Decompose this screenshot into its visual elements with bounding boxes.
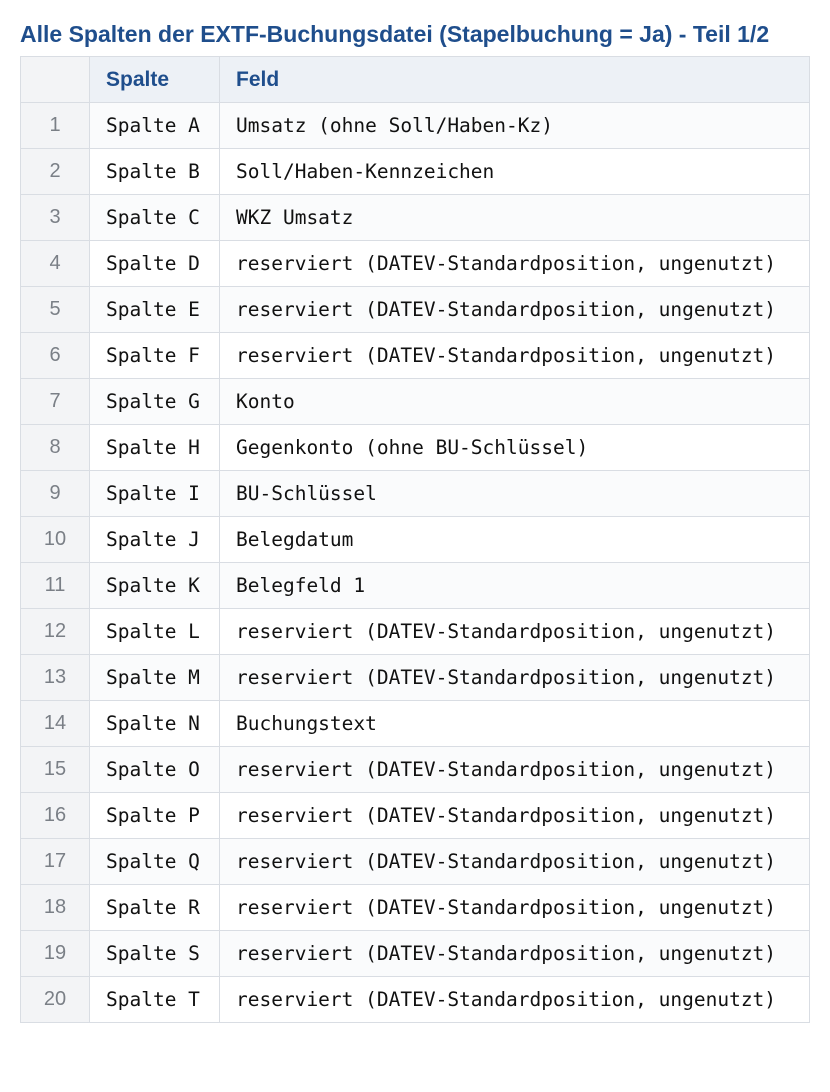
- table-row: 4 Spalte Dreserviert (DATEV-Standardposit…: [20, 240, 810, 287]
- row-index: 2: [20, 148, 90, 195]
- table-row: 7 Spalte G Konto: [20, 378, 810, 425]
- row-index: 14: [20, 700, 90, 747]
- row-feld: Konto: [219, 378, 810, 425]
- row-index: 17: [20, 838, 90, 885]
- row-feld: reserviert (DATEV-Standardposition, unge…: [219, 654, 810, 701]
- row-feld: Belegdatum: [219, 516, 810, 563]
- row-feld: WKZ Umsatz: [219, 194, 810, 241]
- row-spalte: Spalte D: [89, 240, 220, 287]
- row-index: 5: [20, 286, 90, 333]
- row-spalte: Spalte L: [89, 608, 220, 655]
- row-feld: reserviert (DATEV-Standardposition, unge…: [219, 976, 810, 1023]
- row-spalte: Spalte S: [89, 930, 220, 977]
- columns-table: Spalte Feld 1 Spalte A Umsatz (ohne Soll/H…: [20, 56, 810, 1023]
- table-row: 14 Spalte N Buchungstext: [20, 700, 810, 747]
- row-spalte: Spalte E: [89, 286, 220, 333]
- row-feld: reserviert (DATEV-Standardposition, unge…: [219, 884, 810, 931]
- row-spalte: Spalte R: [89, 884, 220, 931]
- table-row: 11 Spalte K Belegfeld 1: [20, 562, 810, 609]
- row-index: 15: [20, 746, 90, 793]
- row-feld: Soll/Haben-Kennzeichen: [219, 148, 810, 195]
- row-feld: reserviert (DATEV-Standardposition, unge…: [219, 792, 810, 839]
- row-feld: reserviert (DATEV-Standardposition, unge…: [219, 332, 810, 379]
- row-spalte: Spalte N: [89, 700, 220, 747]
- row-index: 10: [20, 516, 90, 563]
- row-feld: reserviert (DATEV-Standardposition, unge…: [219, 838, 810, 885]
- row-index: 18: [20, 884, 90, 931]
- row-index: 8: [20, 424, 90, 471]
- table-row: 1 Spalte A Umsatz (ohne Soll/Haben-Kz): [20, 102, 810, 149]
- row-index: 12: [20, 608, 90, 655]
- table-row: 16 Spalte Preserviert (DATEV-Standardposi…: [20, 792, 810, 839]
- row-index: 4: [20, 240, 90, 287]
- table-row: 19 Spalte Sreserviert (DATEV-Standardposi…: [20, 930, 810, 977]
- header-spalte: Spalte: [89, 56, 220, 103]
- row-feld: Buchungstext: [219, 700, 810, 747]
- row-spalte: Spalte P: [89, 792, 220, 839]
- table-row: 18 Spalte Rreserviert (DATEV-Standardposi…: [20, 884, 810, 931]
- row-feld: reserviert (DATEV-Standardposition, unge…: [219, 286, 810, 333]
- row-spalte: Spalte K: [89, 562, 220, 609]
- table-row: 13 Spalte Mreserviert (DATEV-Standardposi…: [20, 654, 810, 701]
- row-index: 6: [20, 332, 90, 379]
- table-row: 12 Spalte Lreserviert (DATEV-Standardposi…: [20, 608, 810, 655]
- row-spalte: Spalte I: [89, 470, 220, 517]
- table-header-row: Spalte Feld: [20, 56, 810, 103]
- row-spalte: Spalte Q: [89, 838, 220, 885]
- table-row: 10 Spalte J Belegdatum: [20, 516, 810, 563]
- table-row: 3 Spalte C WKZ Umsatz: [20, 194, 810, 241]
- row-index: 16: [20, 792, 90, 839]
- table-row: 6 Spalte Freserviert (DATEV-Standardposit…: [20, 332, 810, 379]
- row-spalte: Spalte C: [89, 194, 220, 241]
- row-feld: Gegenkonto (ohne BU-Schlüssel): [219, 424, 810, 471]
- row-feld: Belegfeld 1: [219, 562, 810, 609]
- table-row: 15 Spalte Oreserviert (DATEV-Standardposi…: [20, 746, 810, 793]
- row-index: 7: [20, 378, 90, 425]
- table-row: 20 Spalte Treserviert (DATEV-Standardposi…: [20, 976, 810, 1023]
- row-index: 19: [20, 930, 90, 977]
- row-feld: reserviert (DATEV-Standardposition, unge…: [219, 746, 810, 793]
- row-spalte: Spalte M: [89, 654, 220, 701]
- row-index: 9: [20, 470, 90, 517]
- row-feld: reserviert (DATEV-Standardposition, unge…: [219, 240, 810, 287]
- table-row: 2 Spalte B Soll/Haben-Kennzeichen: [20, 148, 810, 195]
- row-spalte: Spalte J: [89, 516, 220, 563]
- row-spalte: Spalte B: [89, 148, 220, 195]
- table-row: 5 Spalte Ereserviert (DATEV-Standardposit…: [20, 286, 810, 333]
- header-feld: Feld: [219, 56, 810, 103]
- row-spalte: Spalte A: [89, 102, 220, 149]
- header-index: [20, 56, 90, 103]
- table-title: Alle Spalten der EXTF-Buchungsdatei (Sta…: [20, 21, 770, 47]
- row-spalte: Spalte T: [89, 976, 220, 1023]
- row-index: 11: [20, 562, 90, 609]
- row-index: 1: [20, 102, 90, 149]
- table-row: 17 Spalte Qreserviert (DATEV-Standardposi…: [20, 838, 810, 885]
- row-feld: reserviert (DATEV-Standardposition, unge…: [219, 930, 810, 977]
- row-index: 3: [20, 194, 90, 241]
- row-spalte: Spalte H: [89, 424, 220, 471]
- row-spalte: Spalte G: [89, 378, 220, 425]
- row-spalte: Spalte O: [89, 746, 220, 793]
- row-feld: Umsatz (ohne Soll/Haben-Kz): [219, 102, 810, 149]
- row-feld: BU-Schlüssel: [219, 470, 810, 517]
- row-feld: reserviert (DATEV-Standardposition, unge…: [219, 608, 810, 655]
- table-row: 8 Spalte H Gegenkonto (ohne BU-Schlüssel): [20, 424, 810, 471]
- row-index: 20: [20, 976, 90, 1023]
- row-spalte: Spalte F: [89, 332, 220, 379]
- table-row: 9 Spalte I BU-Schlüssel: [20, 470, 810, 517]
- row-index: 13: [20, 654, 90, 701]
- table-body: 1 Spalte A Umsatz (ohne Soll/Haben-Kz) 2 Spa…: [20, 102, 810, 1023]
